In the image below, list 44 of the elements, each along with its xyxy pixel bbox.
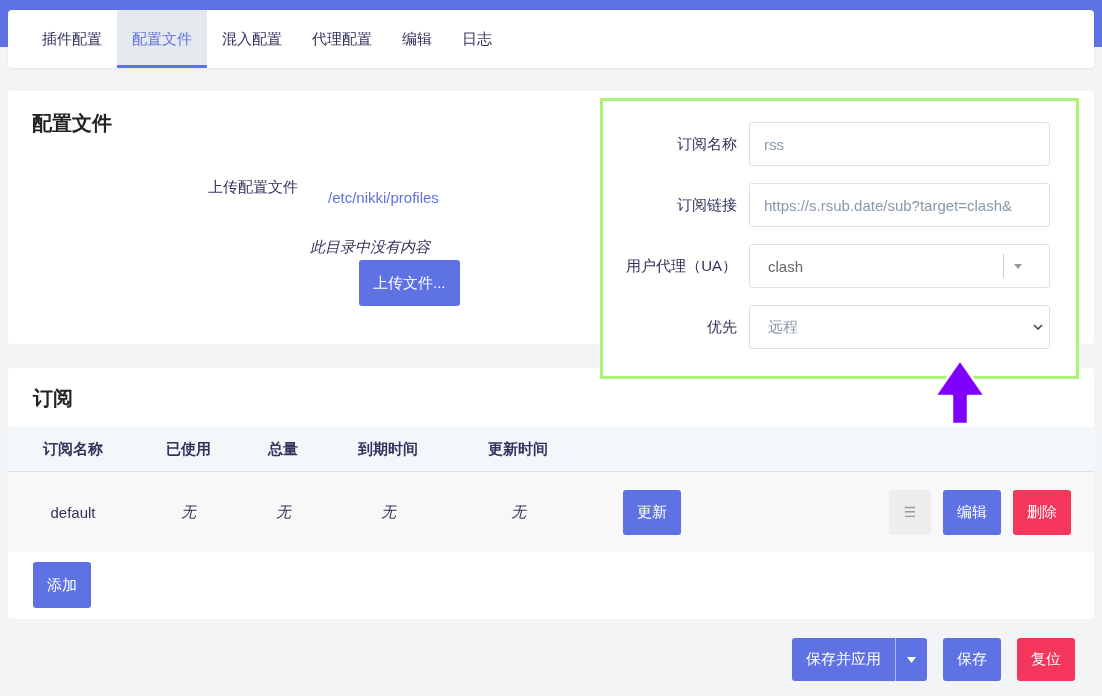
column-header: 到期时间	[357, 439, 419, 459]
column-header: 总量	[266, 439, 299, 459]
field-label: 用户代理（UA）	[625, 256, 737, 276]
field-label: 订阅名称	[676, 134, 737, 154]
edit-button[interactable]: 编辑	[943, 489, 1001, 535]
text-field[interactable]: rss	[749, 122, 1050, 166]
save-button[interactable]: 保存	[943, 638, 1001, 681]
tab[interactable]: 代理配置	[297, 10, 387, 68]
tab[interactable]: 插件配置	[27, 10, 117, 68]
table-cell-text: 无	[179, 502, 198, 522]
button-label: 保存并应用	[805, 649, 882, 669]
empty-message: 此目录中没有内容	[310, 238, 430, 257]
reset-button[interactable]: 复位	[1017, 638, 1075, 681]
tab[interactable]: 编辑	[387, 10, 447, 68]
table-cell-text: 无	[274, 502, 293, 522]
tab[interactable]: 日志	[447, 10, 507, 68]
field-value: 远程	[768, 317, 799, 337]
drag-handle[interactable]: ☰	[889, 489, 931, 535]
field-label: 上传配置文件	[207, 178, 298, 197]
column-header: 更新时间	[487, 439, 549, 459]
table-cell-text: 无	[509, 502, 528, 522]
field-label: 优先	[706, 317, 737, 337]
table-cell-text: default	[49, 503, 97, 521]
path-text: /etc/nikki/profiles	[328, 189, 439, 206]
field-value: clash	[768, 257, 805, 275]
table-cell-text: 无	[379, 502, 398, 522]
tab[interactable]: 配置文件	[117, 10, 207, 68]
text-field[interactable]: https://s.rsub.date/sub?target=clash&	[749, 183, 1050, 227]
chevron-down-icon	[1033, 324, 1043, 330]
save-apply-button[interactable]: 保存并应用	[792, 638, 927, 681]
upload-button[interactable]: 上传文件...	[359, 260, 460, 306]
combo-field[interactable]: clash	[749, 244, 1050, 288]
add-button[interactable]: 添加	[33, 562, 91, 608]
tab[interactable]: 混入配置	[207, 10, 297, 68]
select-field[interactable]: 远程	[749, 305, 1050, 349]
delete-button[interactable]: 删除	[1013, 489, 1071, 535]
caret-icon[interactable]	[907, 656, 916, 663]
column-header: 已使用	[164, 439, 212, 459]
caret-icon[interactable]	[1014, 263, 1022, 269]
field-label: 订阅链接	[676, 195, 737, 215]
column-header: 订阅名称	[41, 439, 104, 459]
section-title: 订阅	[33, 386, 74, 411]
section-title: 配置文件	[32, 111, 113, 136]
update-button[interactable]: 更新	[623, 489, 681, 535]
